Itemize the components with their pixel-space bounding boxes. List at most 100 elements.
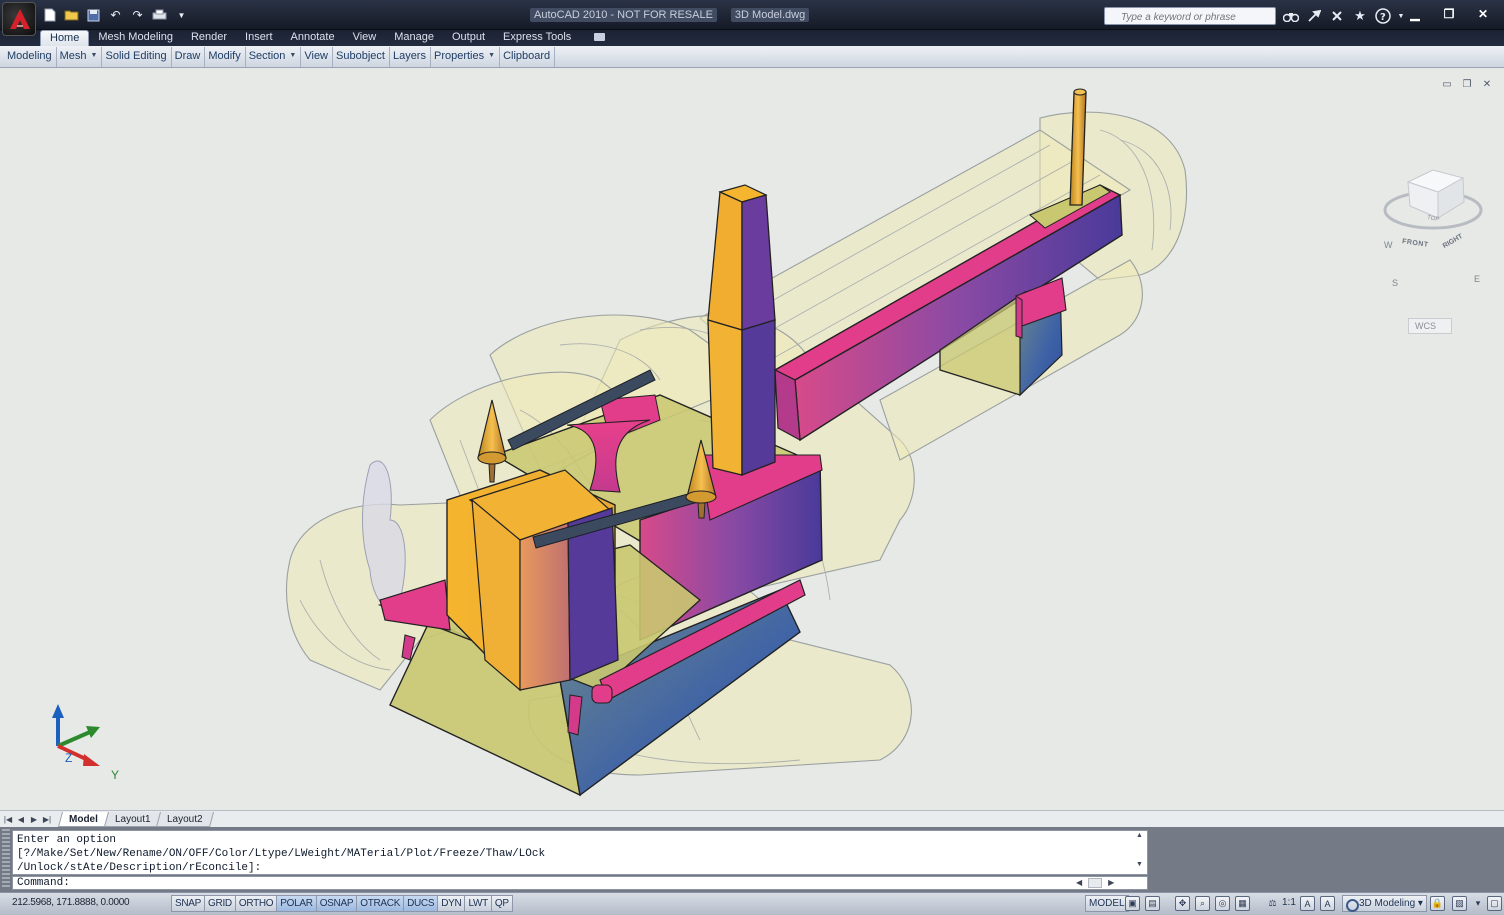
viewcube-icon[interactable] — [1378, 140, 1488, 250]
tab-insert[interactable]: Insert — [236, 30, 282, 46]
new-file-icon[interactable] — [40, 6, 59, 24]
layout-tab-model[interactable]: Model — [57, 812, 109, 827]
panel-label: Draw — [174, 50, 201, 62]
viewport-restore-icon[interactable]: ❐ — [1460, 78, 1474, 90]
toggle-ducs[interactable]: DUCS — [403, 895, 439, 912]
cursor-coordinates[interactable]: 212.5968, 171.8888, 0.0000 — [12, 897, 130, 908]
compass-west-label[interactable]: W — [1384, 240, 1393, 250]
panel-properties[interactable]: Properties ▼ — [431, 47, 501, 67]
favorites-star-icon[interactable]: ★ — [1351, 7, 1369, 25]
tab-output[interactable]: Output — [443, 30, 494, 46]
toggle-grid[interactable]: GRID — [204, 895, 236, 912]
save-icon[interactable] — [84, 6, 103, 24]
scroll-thumb[interactable] — [1088, 878, 1103, 888]
command-input[interactable]: Command: — [12, 876, 1148, 890]
restore-icon[interactable]: ❐ — [1434, 4, 1464, 24]
scroll-right-icon[interactable]: ▶ — [1108, 878, 1114, 888]
svg-text:?: ? — [1380, 12, 1386, 23]
close-icon[interactable]: ✕ — [1468, 4, 1498, 24]
command-line-grip[interactable] — [2, 829, 10, 889]
steering-wheel-icon[interactable]: ◎ — [1215, 896, 1230, 911]
toggle-ortho[interactable]: ORTHO — [234, 895, 278, 912]
panel-expand-icon[interactable]: ▼ — [91, 50, 98, 67]
compass-south-label[interactable]: S — [1392, 278, 1398, 288]
panel-view[interactable]: View — [301, 47, 334, 67]
toggle-lwt[interactable]: LWT — [464, 895, 492, 912]
annotation-scale[interactable]: 1:1 — [1282, 897, 1296, 908]
tab-manage[interactable]: Manage — [385, 30, 443, 46]
last-layout-icon[interactable]: ▶| — [42, 813, 52, 825]
scroll-left-icon[interactable]: ◀ — [1076, 878, 1082, 888]
prev-layout-icon[interactable]: ◀ — [16, 813, 26, 825]
layout-tab-layout1[interactable]: Layout1 — [103, 812, 162, 827]
first-layout-icon[interactable]: |◀ — [3, 813, 13, 825]
toggle-qp[interactable]: QP — [490, 895, 513, 912]
panel-section[interactable]: Section ▼ — [246, 47, 302, 67]
panel-solid-editing[interactable]: Solid Editing — [102, 47, 172, 67]
panel-mesh[interactable]: Mesh ▼ — [57, 47, 103, 67]
panel-expand-icon[interactable]: ▼ — [488, 50, 495, 67]
3d-model-drawing[interactable] — [0, 68, 1504, 810]
drawing-viewport[interactable]: ▭ ❐ ✕ TOP FRONT RIGHT W S E WCS Z Y X — [0, 68, 1504, 810]
model-space-button[interactable]: MODEL — [1085, 895, 1129, 912]
panel-label: Modify — [208, 50, 241, 62]
panel-draw[interactable]: Draw — [172, 47, 206, 67]
history-scroll-up-icon[interactable]: ▲ — [1136, 832, 1143, 839]
panel-expand-icon[interactable]: ▼ — [289, 50, 296, 67]
toggle-otrack[interactable]: OTRACK — [356, 895, 405, 912]
model-view-icon[interactable]: ▣ — [1125, 896, 1140, 911]
communication-center-icon[interactable] — [1305, 7, 1323, 25]
help-icon[interactable]: ? — [1374, 7, 1392, 25]
panel-clipboard[interactable]: Clipboard — [500, 47, 556, 67]
tab-render[interactable]: Render — [182, 30, 236, 46]
next-layout-icon[interactable]: ▶ — [29, 813, 39, 825]
wcs-menu[interactable]: WCS — [1408, 318, 1452, 334]
tab-home[interactable]: Home — [40, 30, 90, 46]
redo-icon[interactable]: ↷ — [128, 6, 147, 24]
plot-icon[interactable] — [150, 6, 169, 24]
tab-annotate[interactable]: Annotate — [282, 30, 344, 46]
infocenter-toolbar: ★ ? ▼ — [1282, 7, 1405, 25]
layout-view-icon[interactable]: ▤ — [1145, 896, 1160, 911]
annotation-visibility-icon[interactable]: A — [1300, 896, 1315, 911]
workspace-switcher[interactable]: 3D Modeling ▾ — [1342, 895, 1427, 912]
panel-modeling[interactable]: Modeling — [4, 47, 57, 67]
subscription-center-icon[interactable] — [1328, 7, 1346, 25]
compass-east-label[interactable]: E — [1474, 274, 1480, 284]
history-scroll-down-icon[interactable]: ▼ — [1136, 861, 1143, 868]
showmotion-icon[interactable]: ▦ — [1235, 896, 1250, 911]
tab-mesh-modeling[interactable]: Mesh Modeling — [89, 30, 182, 46]
undo-icon[interactable]: ↶ — [106, 6, 125, 24]
auto-scale-icon[interactable]: A — [1320, 896, 1335, 911]
toggle-polar[interactable]: POLAR — [276, 895, 317, 912]
panel-layers[interactable]: Layers — [390, 47, 431, 67]
pan-icon[interactable]: ✥ — [1175, 896, 1190, 911]
viewport-close-icon[interactable]: ✕ — [1480, 78, 1494, 90]
panel-label: Subobject — [336, 50, 385, 62]
binoculars-search-icon[interactable] — [1282, 7, 1300, 25]
panel-label: Section — [248, 50, 286, 62]
layout-tab-layout2[interactable]: Layout2 — [156, 812, 215, 827]
hardware-acceleration-icon[interactable]: ▨ — [1452, 896, 1467, 911]
zoom-icon[interactable]: ⌕ — [1195, 896, 1210, 911]
toggle-snap[interactable]: SNAP — [171, 895, 206, 912]
ribbon-minimize-icon[interactable] — [594, 33, 605, 41]
ucs-y-label: Y — [111, 768, 120, 782]
infocenter-search-input[interactable] — [1104, 7, 1276, 25]
lock-icon[interactable]: 🔒 — [1430, 896, 1445, 911]
application-menu-button[interactable] — [2, 2, 36, 36]
minimize-icon[interactable]: ▁ — [1400, 4, 1430, 24]
ribbon-panel-bar: Modeling Mesh ▼ Solid Editing Draw Modify Sect… — [0, 46, 1504, 68]
toggle-dyn[interactable]: DYN — [437, 895, 466, 912]
viewport-minimize-icon[interactable]: ▭ — [1440, 78, 1454, 90]
open-file-icon[interactable] — [62, 6, 81, 24]
clean-screen-icon[interactable]: ▢ — [1487, 896, 1502, 911]
qat-dropdown-icon[interactable]: ▼ — [172, 6, 191, 24]
panel-modify[interactable]: Modify — [205, 47, 246, 67]
tab-express-tools[interactable]: Express Tools — [494, 30, 580, 46]
statusbar-menu-icon[interactable]: ▾ — [1474, 896, 1482, 911]
panel-subobject[interactable]: Subobject — [333, 47, 390, 67]
tab-view[interactable]: View — [344, 30, 386, 46]
command-hscroll[interactable]: ◀ ▶ — [1076, 878, 1114, 888]
toggle-osnap[interactable]: OSNAP — [315, 895, 358, 912]
